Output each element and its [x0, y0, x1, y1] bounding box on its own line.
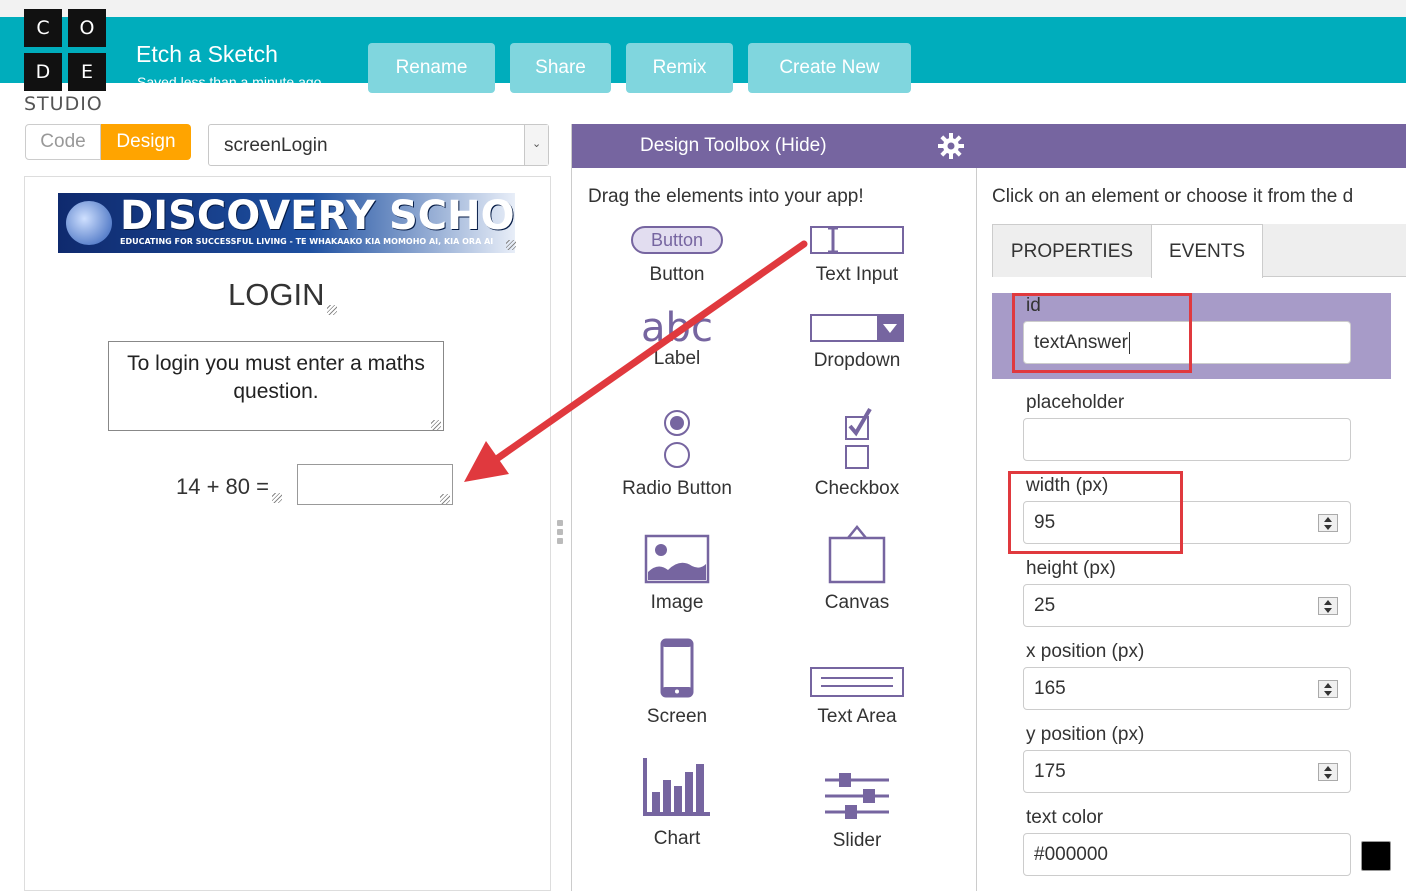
annotation-arrow-icon	[464, 240, 808, 482]
